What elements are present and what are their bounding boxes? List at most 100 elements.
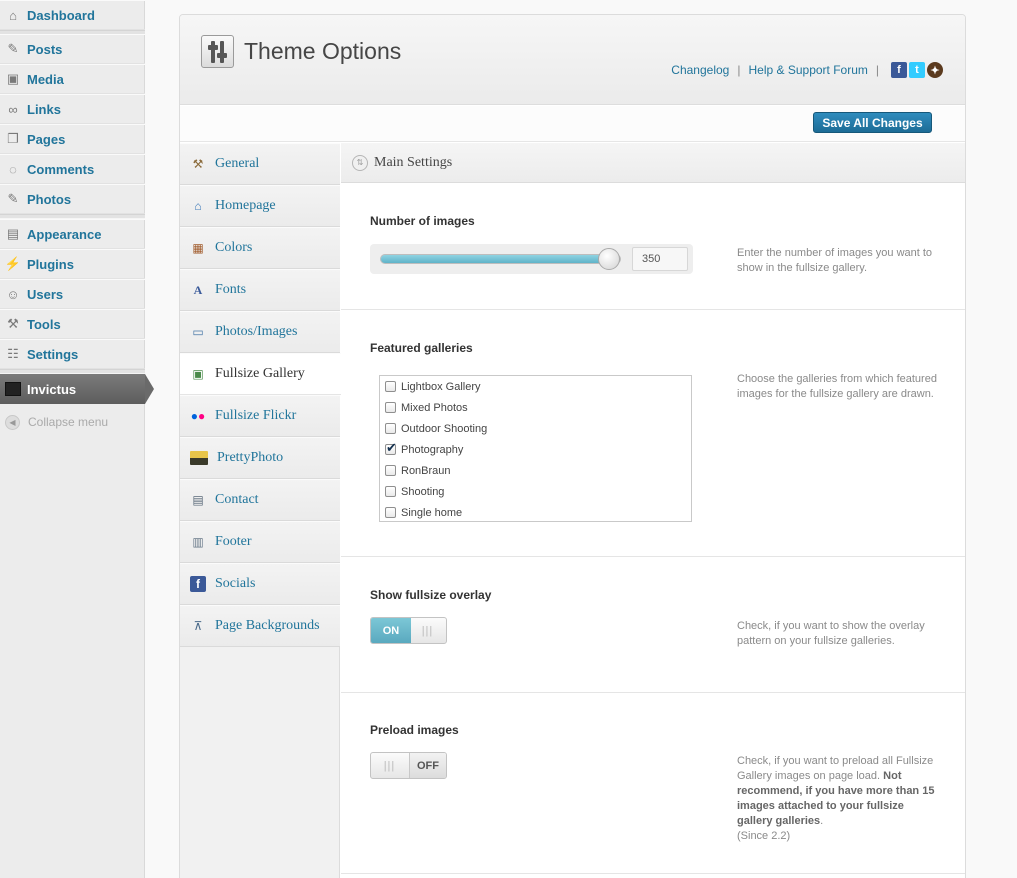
nav-item-page-backgrounds[interactable]: ⊼ Page Backgrounds [180,605,340,647]
desc-text: . [820,815,824,827]
gallery-checkbox[interactable] [385,381,396,392]
nav-item-label: Page Backgrounds [215,618,320,633]
gallery-option[interactable]: Mixed Photos [380,397,691,418]
gallery-option[interactable]: Outdoor Shooting [380,418,691,439]
nav-item-socials[interactable]: f Socials [180,563,340,605]
galleries-checklist[interactable]: Lightbox Gallery Mixed Photos Outdoor Sh… [379,375,692,522]
collapse-toggle-icon[interactable]: ⇅ [352,154,368,171]
home-icon: ⌂ [194,199,202,213]
panel-header: Theme Options Changelog | Help & Support… [180,15,965,105]
nav-item-prettyphoto[interactable]: PrettyPhoto [180,437,340,479]
menu-item-settings[interactable]: ☷ Settings [0,339,145,369]
nav-item-label: Contact [215,492,259,507]
nav-item-label: Photos/Images [215,324,298,339]
nav-item-label: Footer [215,534,252,549]
menu-item-invictus[interactable]: Invictus [0,374,154,404]
save-all-changes-button[interactable]: Save All Changes [813,112,932,133]
images-count-input[interactable]: 350 [632,247,688,271]
preload-toggle[interactable]: ||| OFF [370,752,447,779]
flickr-icon: ● ● [190,409,206,423]
contact-card-icon: ▤ [192,493,204,507]
nav-item-label: Homepage [215,198,276,213]
gallery-checkbox[interactable] [385,507,396,518]
toggle-grip-icon: ||| [383,759,396,772]
link-separator: | [875,63,879,77]
nav-item-footer[interactable]: ▥ Footer [180,521,340,563]
images-slider-fill [381,255,610,263]
menu-item-photos[interactable]: ✎ Photos [0,184,145,214]
gallery-option[interactable]: Lightbox Gallery [380,376,691,397]
section-title: Main Settings [374,154,453,170]
nav-item-fullsize-gallery[interactable]: ▣ Fullsize Gallery [180,353,341,395]
images-slider-track[interactable] [380,254,621,264]
options-content: ⇅ Main Settings Number of images 350 Ent… [341,143,965,878]
overlay-toggle[interactable]: ON ||| [370,617,447,644]
option-description: Check, if you want to preload all Fullsi… [737,754,937,844]
gallery-checkbox[interactable] [385,402,396,413]
menu-item-media[interactable]: ▣ Media [0,64,145,94]
nav-item-fonts[interactable]: A Fonts [180,269,340,311]
option-label: Number of images [370,214,475,228]
gallery-option-label: Lightbox Gallery [401,380,481,393]
gallery-option-label: RonBraun [401,464,451,477]
menu-item-pages[interactable]: ❐ Pages [0,124,145,154]
facebook-icon[interactable]: f [891,62,907,78]
save-bar: Save All Changes [180,106,965,142]
nav-item-label: General [215,156,260,171]
support-forum-link[interactable]: Help & Support Forum [748,63,867,77]
menu-item-tools[interactable]: ⚒ Tools [0,309,145,339]
option-featured-galleries: Featured galleries Lightbox Gallery Mixe… [341,311,965,557]
images-slider-handle[interactable] [598,248,620,270]
nav-item-label: Colors [215,240,253,255]
menu-item-links[interactable]: ∞ Links [0,94,145,124]
gallery-option[interactable]: Photography [380,439,691,460]
page-title: Theme Options [244,38,402,64]
gallery-option-label: Single home [401,506,463,519]
gallery-option[interactable]: RonBraun [380,460,691,481]
section-header[interactable]: ⇅ Main Settings [341,143,965,183]
gallery-option-label: Photography [401,443,464,456]
changelog-link[interactable]: Changelog [671,63,729,77]
gallery-checkbox[interactable] [385,465,396,476]
gallery-checkbox[interactable] [385,440,397,456]
link-separator: | [737,63,741,77]
pushpin-icon: ✎ [7,191,19,206]
menu-item-users[interactable]: ☺ Users [0,279,145,309]
desc-text: Check, if you want to preload all Fullsi… [737,755,934,782]
option-description: Choose the galleries from which featured… [737,373,937,400]
menu-item-label: Tools [27,316,61,332]
toggle-grip-icon: ||| [421,624,434,637]
option-show-overlay: Show fullsize overlay ON ||| Check, if y… [341,558,965,693]
nav-item-homepage[interactable]: ⌂ Homepage [180,185,340,227]
menu-item-plugins[interactable]: ⚡ Plugins [0,249,145,279]
users-icon: ☺ [6,286,20,302]
toggle-on-label: ON [371,618,411,643]
option-number-of-images: Number of images 350 Enter the number of… [341,184,965,310]
menu-item-posts[interactable]: ✎ Posts [0,34,145,64]
twitter-icon[interactable]: t [909,62,925,78]
nav-item-colors[interactable]: ▦ Colors [180,227,340,269]
gallery-checkbox[interactable] [385,486,396,497]
nav-item-general[interactable]: ⚒ General [180,143,340,185]
options-sidebar: ⚒ General ⌂ Homepage ▦ Colors A Fonts ▭ … [180,143,341,878]
gallery-option[interactable]: Single home [380,502,691,521]
collapse-menu-label: Collapse menu [28,415,109,429]
nav-item-label: Socials [215,576,256,591]
theme-options-icon [201,35,234,68]
nav-item-photos-images[interactable]: ▭ Photos/Images [180,311,340,353]
gallery-checkbox[interactable] [385,423,396,434]
menu-item-label: Users [27,286,64,302]
gallery-option[interactable]: Shooting [380,481,691,502]
menu-item-comments[interactable]: ◌ Comments [0,154,145,184]
menu-item-label: Appearance [27,226,102,242]
menu-item-appearance[interactable]: ▤ Appearance [0,219,145,249]
invictus-icon [5,382,21,396]
desc-since: (Since 2.2) [737,830,791,842]
menu-item-dashboard[interactable]: ⌂ Dashboard [0,0,145,30]
themeforest-icon[interactable]: ✦ [927,62,943,78]
nav-item-contact[interactable]: ▤ Contact [180,479,340,521]
collapse-menu-button[interactable]: ◀ Collapse menu [0,410,145,434]
nav-item-fullsize-flickr[interactable]: ● ● Fullsize Flickr [180,395,340,437]
menu-item-label: Comments [27,161,95,177]
menu-item-label: Links [27,101,61,117]
